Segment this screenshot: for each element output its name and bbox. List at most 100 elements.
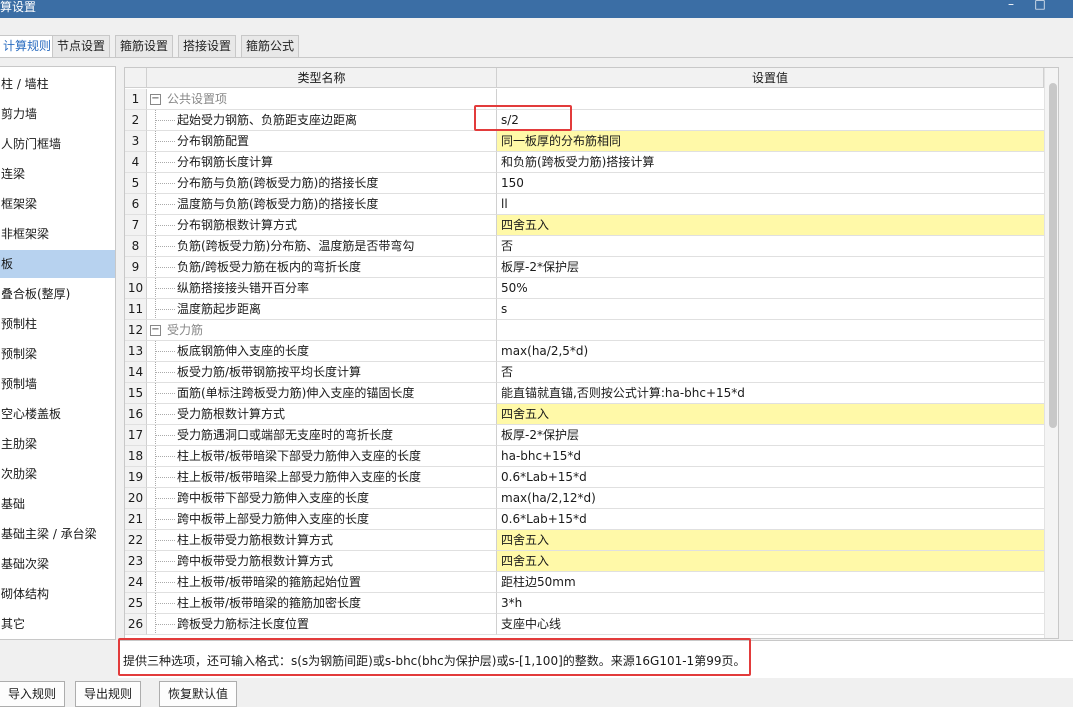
setting-value-cell[interactable]: 四舍五入: [497, 404, 1044, 425]
sidebar-item-frame-beam[interactable]: 框架梁: [0, 190, 115, 218]
setting-value-cell[interactable]: 否: [497, 362, 1044, 383]
table-row[interactable]: 6 温度筋与负筋(跨板受力筋)的搭接长度 ll: [125, 194, 1058, 215]
sidebar-item-foundation-main-beam[interactable]: 基础主梁 / 承台梁: [0, 520, 115, 548]
table-row[interactable]: 24 柱上板带/板带暗梁的箍筋起始位置 距柱边50mm: [125, 572, 1058, 593]
table-row[interactable]: 25 柱上板带/板带暗梁的箍筋加密长度 3*h: [125, 593, 1058, 614]
scrollbar-thumb[interactable]: [1049, 83, 1057, 428]
table-row[interactable]: 8 负筋(跨板受力筋)分布筋、温度筋是否带弯勾 否: [125, 236, 1058, 257]
collapse-icon[interactable]: −: [150, 94, 161, 105]
table-row[interactable]: 16 受力筋根数计算方式 四舍五入: [125, 404, 1058, 425]
sidebar-item-column[interactable]: 柱 / 墙柱: [0, 70, 115, 98]
sidebar-item-foundation[interactable]: 基础: [0, 490, 115, 518]
setting-value-cell[interactable]: max(ha/2,5*d): [497, 341, 1044, 362]
sidebar-item-composite-slab[interactable]: 叠合板(整厚): [0, 280, 115, 308]
maximize-icon[interactable]: □: [1033, 0, 1047, 11]
setting-value-cell[interactable]: 四舍五入: [497, 215, 1044, 236]
setting-value-cell[interactable]: s/2: [497, 110, 1044, 131]
import-rules-button[interactable]: 导入规则: [0, 681, 66, 707]
setting-name-cell[interactable]: 受力筋根数计算方式: [147, 404, 497, 425]
table-row[interactable]: 14 板受力筋/板带钢筋按平均长度计算 否: [125, 362, 1058, 383]
tab-calc-rules[interactable]: 计算规则: [0, 35, 57, 58]
setting-name-cell[interactable]: 面筋(单标注跨板受力筋)伸入支座的锚固长度: [147, 383, 497, 404]
table-row[interactable]: 20 跨中板带下部受力筋伸入支座的长度 max(ha/2,12*d): [125, 488, 1058, 509]
setting-name-cell[interactable]: 分布筋与负筋(跨板受力筋)的搭接长度: [147, 173, 497, 194]
table-row[interactable]: 10 纵筋搭接接头错开百分率 50%: [125, 278, 1058, 299]
sidebar-item-non-frame-beam[interactable]: 非框架梁: [0, 220, 115, 248]
tab-stirrup-settings[interactable]: 箍筋设置: [115, 35, 174, 57]
setting-value-cell[interactable]: 50%: [497, 278, 1044, 299]
setting-name-cell[interactable]: 柱上板带/板带暗梁上部受力筋伸入支座的长度: [147, 467, 497, 488]
table-row[interactable]: 5 分布筋与负筋(跨板受力筋)的搭接长度 150: [125, 173, 1058, 194]
tab-stirrup-formula[interactable]: 箍筋公式: [241, 35, 300, 57]
collapse-icon[interactable]: −: [150, 325, 161, 336]
setting-name-cell[interactable]: 纵筋搭接接头错开百分率: [147, 278, 497, 299]
setting-value-cell[interactable]: 150: [497, 173, 1044, 194]
sidebar-item-masonry[interactable]: 砌体结构: [0, 580, 115, 608]
setting-value-cell[interactable]: 0.6*Lab+15*d: [497, 509, 1044, 530]
setting-value-cell[interactable]: 四舍五入: [497, 530, 1044, 551]
setting-value-cell[interactable]: 否: [497, 236, 1044, 257]
setting-name-cell[interactable]: 负筋(跨板受力筋)分布筋、温度筋是否带弯勾: [147, 236, 497, 257]
group-row[interactable]: 12− 受力筋: [125, 320, 1058, 341]
table-row[interactable]: 15 面筋(单标注跨板受力筋)伸入支座的锚固长度 能直锚就直锚,否则按公式计算:ha…: [125, 383, 1058, 404]
setting-name-cell[interactable]: 跨中板带上部受力筋伸入支座的长度: [147, 509, 497, 530]
setting-value-cell[interactable]: 3*h: [497, 593, 1044, 614]
sidebar-item-secondary-rib-beam[interactable]: 次肋梁: [0, 460, 115, 488]
table-row[interactable]: 22 柱上板带受力筋根数计算方式 四舍五入: [125, 530, 1058, 551]
sidebar-item-shear-wall[interactable]: 剪力墙: [0, 100, 115, 128]
restore-defaults-button[interactable]: 恢复默认值: [159, 681, 238, 707]
setting-value-cell[interactable]: 和负筋(跨板受力筋)搭接计算: [497, 152, 1044, 173]
tab-node-settings[interactable]: 节点设置: [52, 35, 111, 57]
setting-value-cell[interactable]: 距柱边50mm: [497, 572, 1044, 593]
table-row[interactable]: 19 柱上板带/板带暗梁上部受力筋伸入支座的长度 0.6*Lab+15*d: [125, 467, 1058, 488]
setting-name-cell[interactable]: 分布钢筋配置: [147, 131, 497, 152]
setting-name-cell[interactable]: 柱上板带/板带暗梁的箍筋加密长度: [147, 593, 497, 614]
setting-name-cell[interactable]: 柱上板带受力筋根数计算方式: [147, 530, 497, 551]
setting-value-cell[interactable]: 同一板厚的分布筋相同: [497, 131, 1044, 152]
setting-name-cell[interactable]: 负筋/跨板受力筋在板内的弯折长度: [147, 257, 497, 278]
setting-name-cell[interactable]: 板受力筋/板带钢筋按平均长度计算: [147, 362, 497, 383]
table-row[interactable]: 18 柱上板带/板带暗梁下部受力筋伸入支座的长度 ha-bhc+15*d: [125, 446, 1058, 467]
setting-name-cell[interactable]: 分布钢筋长度计算: [147, 152, 497, 173]
setting-name-cell[interactable]: 分布钢筋根数计算方式: [147, 215, 497, 236]
sidebar-item-slab[interactable]: 板: [0, 250, 115, 278]
sidebar-item-other[interactable]: 其它: [0, 610, 115, 638]
setting-name-cell[interactable]: 柱上板带/板带暗梁下部受力筋伸入支座的长度: [147, 446, 497, 467]
setting-name-cell[interactable]: − 公共设置项: [147, 89, 497, 110]
setting-name-cell[interactable]: 跨板受力筋标注长度位置: [147, 614, 497, 635]
sidebar-item-main-rib-beam[interactable]: 主肋梁: [0, 430, 115, 458]
sidebar-item-hollow-slab[interactable]: 空心楼盖板: [0, 400, 115, 428]
export-rules-button[interactable]: 导出规则: [75, 681, 142, 707]
table-row[interactable]: 9 负筋/跨板受力筋在板内的弯折长度 板厚-2*保护层: [125, 257, 1058, 278]
setting-value-cell[interactable]: ha-bhc+15*d: [497, 446, 1044, 467]
table-row[interactable]: 4 分布钢筋长度计算 和负筋(跨板受力筋)搭接计算: [125, 152, 1058, 173]
setting-name-cell[interactable]: 柱上板带/板带暗梁的箍筋起始位置: [147, 572, 497, 593]
table-row[interactable]: 26 跨板受力筋标注长度位置 支座中心线: [125, 614, 1058, 635]
setting-value-cell[interactable]: 四舍五入: [497, 551, 1044, 572]
minimize-icon[interactable]: –: [1004, 0, 1018, 11]
setting-value-cell[interactable]: 板厚-2*保护层: [497, 425, 1044, 446]
setting-value-cell[interactable]: 0.6*Lab+15*d: [497, 467, 1044, 488]
setting-name-cell[interactable]: 温度筋与负筋(跨板受力筋)的搭接长度: [147, 194, 497, 215]
column-header-value[interactable]: 设置值: [497, 68, 1044, 88]
sidebar-item-precast-column[interactable]: 预制柱: [0, 310, 115, 338]
table-row[interactable]: 17 受力筋遇洞口或端部无支座时的弯折长度 板厚-2*保护层: [125, 425, 1058, 446]
sidebar-item-precast-wall[interactable]: 预制墙: [0, 370, 115, 398]
setting-name-cell[interactable]: 跨中板带受力筋根数计算方式: [147, 551, 497, 572]
table-row[interactable]: 13 板底钢筋伸入支座的长度 max(ha/2,5*d): [125, 341, 1058, 362]
setting-value-cell[interactable]: 板厚-2*保护层: [497, 257, 1044, 278]
setting-name-cell[interactable]: 受力筋遇洞口或端部无支座时的弯折长度: [147, 425, 497, 446]
table-row[interactable]: 23 跨中板带受力筋根数计算方式 四舍五入: [125, 551, 1058, 572]
vertical-scrollbar[interactable]: [1044, 68, 1058, 638]
table-row[interactable]: 11 温度筋起步距离 s: [125, 299, 1058, 320]
setting-value-cell[interactable]: ll: [497, 194, 1044, 215]
sidebar-item-civil-defense-door-wall[interactable]: 人防门框墙: [0, 130, 115, 158]
sidebar-item-coupling-beam[interactable]: 连梁: [0, 160, 115, 188]
sidebar-item-foundation-secondary-beam[interactable]: 基础次梁: [0, 550, 115, 578]
tab-lap-settings[interactable]: 搭接设置: [178, 35, 237, 57]
setting-value-cell[interactable]: s: [497, 299, 1044, 320]
table-row[interactable]: 21 跨中板带上部受力筋伸入支座的长度 0.6*Lab+15*d: [125, 509, 1058, 530]
setting-name-cell[interactable]: 起始受力钢筋、负筋距支座边距离: [147, 110, 497, 131]
group-row[interactable]: 1− 公共设置项: [125, 89, 1058, 110]
setting-value-cell[interactable]: 支座中心线: [497, 614, 1044, 635]
